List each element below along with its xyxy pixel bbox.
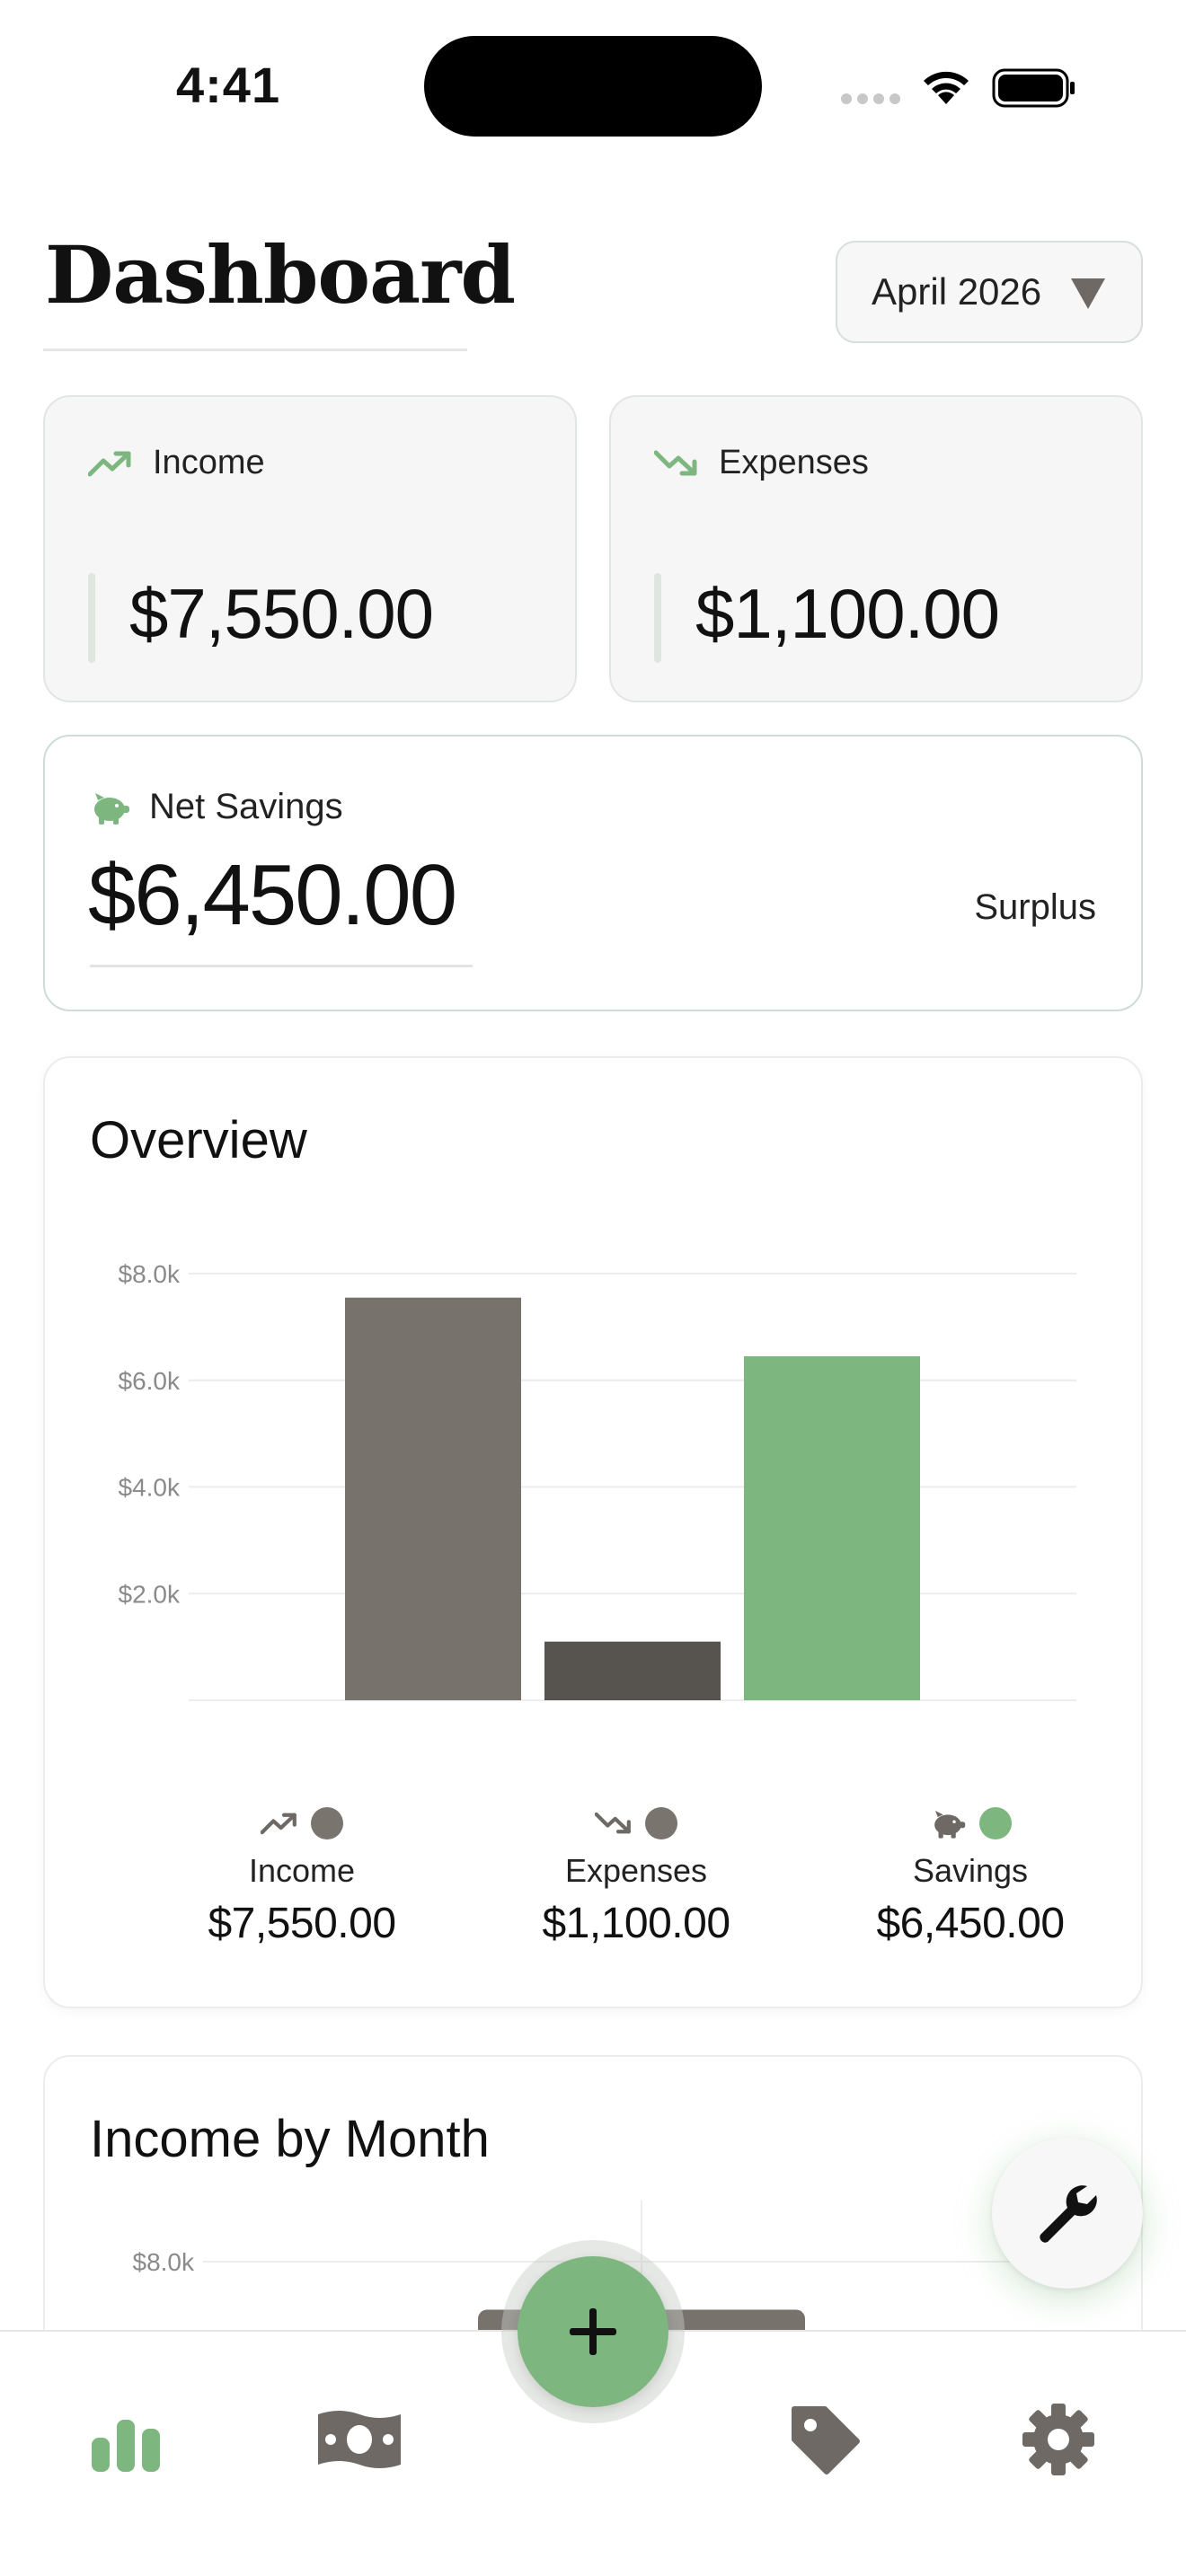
expenses-label: Expenses (719, 444, 869, 481)
add-transaction-button[interactable] (518, 2256, 668, 2407)
legend-value: $6,450.00 (876, 1900, 1065, 1947)
tag-icon (792, 2406, 860, 2475)
net-savings-status: Surplus (974, 887, 1096, 927)
y-tick-label: $8.0k (119, 1260, 181, 1288)
battery-icon (992, 68, 1075, 108)
y-tick-label: $4.0k (119, 1474, 181, 1502)
wrench-icon (1040, 2185, 1097, 2243)
legend-value: $7,550.00 (208, 1900, 396, 1947)
y-tick-label: $8.0k (133, 2248, 195, 2276)
expenses-value: $1,100.00 (695, 574, 1000, 653)
tab-categories[interactable] (771, 2386, 879, 2493)
y-tick-label: $6.0k (119, 1367, 181, 1395)
dynamic-island (424, 36, 762, 137)
overview-card: Overview $2.0k $4.0k $6.0k $8.0k Income $7,… (43, 1056, 1143, 2008)
trending-up-icon (88, 451, 131, 476)
gear-icon (1022, 2404, 1094, 2475)
legend-value: $1,100.00 (542, 1900, 730, 1947)
title-divider (43, 348, 467, 351)
status-time: 4:41 (176, 57, 281, 113)
month-selector[interactable]: April 2026 (836, 241, 1143, 343)
legend-label: Savings (912, 1852, 1029, 1889)
piggy-bank-icon (94, 792, 129, 825)
net-savings-divider (90, 965, 473, 967)
legend-label: Income (248, 1852, 356, 1889)
month-selector-label: April 2026 (872, 270, 1042, 313)
caret-down-icon (1071, 278, 1105, 309)
expenses-accent-bar (654, 573, 661, 663)
legend-dot (645, 1807, 677, 1839)
tab-transactions[interactable] (305, 2386, 413, 2493)
page-title: Dashboard (45, 228, 516, 322)
net-savings-value: $6,450.00 (88, 847, 457, 943)
bar-expenses (544, 1641, 721, 1700)
trending-down-icon (595, 1812, 631, 1834)
tools-button[interactable] (992, 2138, 1143, 2289)
legend-dot (979, 1807, 1012, 1839)
tab-settings[interactable] (1005, 2386, 1112, 2493)
y-tick-label: $2.0k (119, 1580, 181, 1608)
net-savings-card[interactable]: Net Savings $6,450.00 Surplus (43, 735, 1143, 1011)
plus-icon (570, 2308, 616, 2355)
bar-savings (744, 1356, 920, 1700)
piggy-bank-icon (934, 1811, 966, 1839)
legend-dot (311, 1807, 343, 1839)
trending-up-icon (261, 1813, 296, 1835)
income-value: $7,550.00 (129, 574, 434, 653)
tab-dashboard[interactable] (72, 2386, 180, 2493)
income-card[interactable]: Income $7,550.00 (43, 395, 577, 702)
income-accent-bar (88, 573, 95, 663)
bar-chart-icon (92, 2420, 160, 2472)
overview-bar-chart: $2.0k $4.0k $6.0k $8.0k (119, 1260, 1076, 1701)
legend-expenses: Expenses $1,100.00 (501, 1804, 771, 1948)
trending-down-icon (654, 450, 697, 475)
legend-savings: Savings $6,450.00 (836, 1804, 1105, 1948)
legend-income: Income $7,550.00 (167, 1804, 437, 1948)
bar-income (345, 1297, 521, 1700)
wifi-icon (924, 71, 969, 104)
net-savings-label: Net Savings (149, 787, 343, 826)
expenses-card[interactable]: Expenses $1,100.00 (609, 395, 1143, 702)
money-icon (318, 2411, 401, 2468)
cellular-signal-icon (841, 93, 900, 104)
income-label: Income (153, 444, 265, 481)
legend-label: Expenses (564, 1852, 708, 1889)
